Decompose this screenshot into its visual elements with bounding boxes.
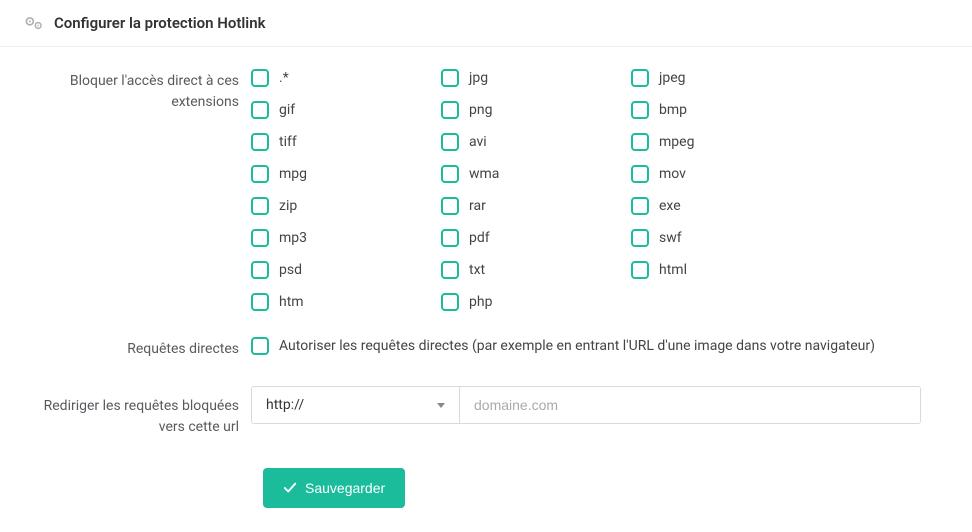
extension-item: zip [251,197,441,215]
extension-checkbox[interactable] [441,133,459,151]
row-redirect-url: Rediriger les requêtes bloquées vers cet… [36,386,936,438]
extension-item: exe [631,197,821,215]
extension-item: swf [631,229,821,247]
extension-checkbox[interactable] [631,261,649,279]
extension-label: mpg [279,166,307,182]
extension-label: htm [279,294,304,310]
gears-icon [24,15,44,31]
extension-item: bmp [631,101,821,119]
extension-item: php [441,293,631,311]
extension-item: gif [251,101,441,119]
redirect-url-label: Rediriger les requêtes bloquées vers cet… [36,386,251,438]
extension-label: rar [469,198,486,214]
extensions-grid: .* jpg jpeg gif png bmp tiff avi mpeg mpg wma mov zi… [251,69,936,311]
row-direct-requests: Requêtes directes Autoriser les requêtes… [36,337,936,360]
extension-checkbox[interactable] [631,165,649,183]
extension-item: tiff [251,133,441,151]
allow-direct-checkbox-label: Autoriser les requêtes directes (par exe… [279,338,875,354]
extension-label: gif [279,102,295,118]
extension-item: png [441,101,631,119]
extension-item: mp3 [251,229,441,247]
extension-checkbox[interactable] [631,229,649,247]
extension-label: txt [469,262,485,278]
domain-input[interactable] [460,387,920,423]
extension-item: mov [631,165,821,183]
extension-label: html [659,262,687,278]
extension-label: mpeg [659,134,694,150]
extension-label: mp3 [279,230,307,246]
extension-checkbox[interactable] [631,69,649,87]
extension-item: htm [251,293,441,311]
chevron-down-icon [437,403,445,408]
extension-checkbox[interactable] [631,101,649,119]
extension-checkbox[interactable] [251,293,269,311]
extension-label: zip [279,198,297,214]
extension-item: jpg [441,69,631,87]
extension-label: jpeg [659,70,686,86]
extension-checkbox[interactable] [251,229,269,247]
allow-direct-checkbox-item: Autoriser les requêtes directes (par exe… [251,337,936,355]
extension-label: png [469,102,492,118]
extensions-label: Bloquer l'accès direct à ces extensions [36,69,251,113]
redirect-input-group: http:// [251,386,921,424]
extension-item: pdf [441,229,631,247]
form: Bloquer l'accès direct à ces extensions … [0,47,972,532]
extension-checkbox[interactable] [251,133,269,151]
extension-label: .* [279,70,289,86]
extension-checkbox[interactable] [441,197,459,215]
extension-checkbox[interactable] [441,101,459,119]
protocol-select[interactable]: http:// [252,387,460,423]
extension-checkbox[interactable] [441,165,459,183]
save-button-label: Sauvegarder [305,480,385,496]
extension-item: html [631,261,821,279]
extension-item: .* [251,69,441,87]
extension-item: mpeg [631,133,821,151]
extension-checkbox[interactable] [631,197,649,215]
extension-checkbox[interactable] [441,293,459,311]
extension-checkbox[interactable] [251,197,269,215]
extension-label: psd [279,262,302,278]
extension-label: exe [659,198,681,214]
extension-label: swf [659,230,682,246]
direct-requests-label: Requêtes directes [36,337,251,360]
extension-checkbox[interactable] [631,133,649,151]
extension-label: mov [659,166,686,182]
save-button[interactable]: Sauvegarder [263,468,405,508]
page-header: Configurer la protection Hotlink [0,0,972,47]
extension-item: avi [441,133,631,151]
extension-item: psd [251,261,441,279]
protocol-value: http:// [266,397,304,413]
extension-label: bmp [659,102,687,118]
extension-label: jpg [469,70,488,86]
extension-checkbox[interactable] [251,261,269,279]
extension-checkbox[interactable] [251,165,269,183]
extension-checkbox[interactable] [441,261,459,279]
check-icon [283,481,297,495]
allow-direct-checkbox[interactable] [251,337,269,355]
extension-label: pdf [469,230,490,246]
extension-item: wma [441,165,631,183]
page-title: Configurer la protection Hotlink [54,14,266,32]
row-extensions: Bloquer l'accès direct à ces extensions … [36,69,936,311]
extension-checkbox[interactable] [251,69,269,87]
extension-checkbox[interactable] [441,69,459,87]
extension-label: php [469,294,492,310]
extension-label: avi [469,134,487,150]
extension-label: wma [469,166,499,182]
extension-checkbox[interactable] [441,229,459,247]
actions-row: Sauvegarder [36,468,936,508]
extension-checkbox[interactable] [251,101,269,119]
extension-label: tiff [279,134,297,150]
extension-item: jpeg [631,69,821,87]
extension-item: rar [441,197,631,215]
extension-item: txt [441,261,631,279]
extension-item: mpg [251,165,441,183]
